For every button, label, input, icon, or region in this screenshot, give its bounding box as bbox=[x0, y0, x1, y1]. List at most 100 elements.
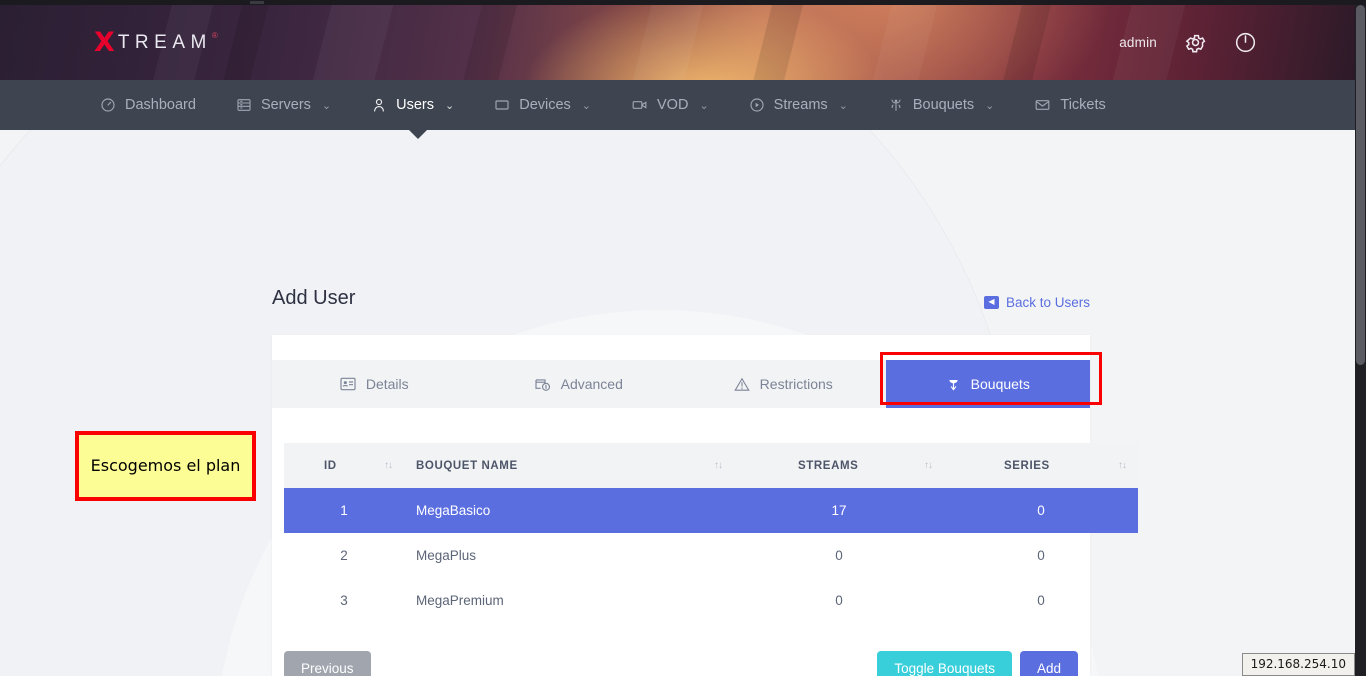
chevron-down-icon: ⌄ bbox=[985, 99, 995, 112]
column-label: BOUQUET NAME bbox=[416, 459, 518, 472]
cell-series: 0 bbox=[1037, 593, 1045, 608]
cell-series: 0 bbox=[944, 488, 1138, 533]
tab-bouquets[interactable]: Bouquets bbox=[885, 360, 1090, 408]
sort-arrows-icon[interactable]: ↑↓ bbox=[384, 460, 393, 471]
tab-advanced[interactable]: Advanced bbox=[477, 360, 682, 408]
dashboard-icon bbox=[100, 97, 116, 113]
previous-button[interactable]: Previous bbox=[284, 651, 371, 676]
back-to-users-label: Back to Users bbox=[1005, 294, 1090, 310]
table-row[interactable]: 1 MegaBasico 17 0 bbox=[284, 488, 1138, 533]
cell-streams: 0 bbox=[835, 548, 843, 563]
sort-arrows-icon[interactable]: ↑↓ bbox=[924, 460, 933, 471]
table-body: 1 MegaBasico 17 0 2 MegaPlus 0 0 3 MegaP… bbox=[284, 488, 1138, 623]
bouquet-icon bbox=[946, 376, 961, 392]
mail-icon bbox=[1034, 97, 1051, 113]
nav-label: Dashboard bbox=[125, 97, 196, 113]
nav-label: Streams bbox=[773, 97, 828, 113]
sort-arrows-icon[interactable]: ↑↓ bbox=[1118, 460, 1127, 471]
nav-item-servers[interactable]: Servers ⌄ bbox=[216, 80, 351, 130]
annotation-callout: Escogemos el plan bbox=[75, 431, 256, 501]
sort-arrows-icon[interactable]: ↑↓ bbox=[714, 460, 723, 471]
tab-label: Details bbox=[365, 376, 409, 392]
logo-wordmark: TREAM bbox=[117, 32, 212, 53]
power-icon[interactable] bbox=[1234, 31, 1257, 54]
cell-bouquet-name: MegaBasico bbox=[404, 488, 734, 533]
chevron-down-icon: ⌄ bbox=[445, 99, 455, 112]
cell-streams: 17 bbox=[734, 488, 944, 533]
add-button[interactable]: Add bbox=[1019, 651, 1078, 676]
window-info-icon bbox=[535, 377, 551, 392]
tab-label: Restrictions bbox=[759, 376, 833, 392]
servers-icon bbox=[236, 97, 252, 113]
id-card-icon bbox=[340, 377, 356, 391]
browser-tab-nub bbox=[250, 1, 264, 4]
nav-item-bouquets[interactable]: Bouquets ⌄ bbox=[868, 80, 1015, 130]
tab-details[interactable]: Details bbox=[272, 360, 477, 408]
browser-window-edge bbox=[0, 0, 1366, 5]
nav-item-streams[interactable]: Streams ⌄ bbox=[729, 80, 868, 130]
chevron-down-icon: ⌄ bbox=[321, 99, 332, 112]
nav-label: Tickets bbox=[1060, 97, 1106, 113]
play-icon bbox=[749, 97, 765, 113]
nav-label: VOD bbox=[657, 97, 689, 113]
brand-header: X TREAM ® admin bbox=[0, 5, 1355, 80]
primary-actions: Toggle Bouquets Add bbox=[877, 651, 1078, 676]
user-icon bbox=[371, 97, 387, 113]
column-header-id[interactable]: ID ↑↓ bbox=[284, 443, 404, 488]
cell-bouquet-name: MegaPremium bbox=[416, 593, 504, 608]
bouquets-table: ID ↑↓ BOUQUET NAME ↑↓ STREAMS ↑↓ SERIES … bbox=[284, 443, 1138, 623]
column-header-series[interactable]: SERIES ↑↓ bbox=[944, 443, 1138, 488]
back-arrow-icon: ◀ bbox=[983, 295, 999, 309]
device-icon bbox=[494, 97, 510, 113]
column-label: ID bbox=[324, 459, 337, 472]
column-header-bouquet-name[interactable]: BOUQUET NAME ↑↓ bbox=[404, 443, 734, 488]
card-body: ID ↑↓ BOUQUET NAME ↑↓ STREAMS ↑↓ SERIES … bbox=[272, 408, 1138, 623]
nav-item-vod[interactable]: VOD ⌄ bbox=[611, 80, 729, 130]
active-nav-indicator bbox=[409, 130, 427, 139]
back-to-users-link[interactable]: ◀ Back to Users bbox=[983, 294, 1090, 310]
cell-streams: 0 bbox=[835, 593, 843, 608]
logo[interactable]: X TREAM ® bbox=[94, 29, 218, 56]
tab-label: Bouquets bbox=[970, 376, 1030, 392]
card-tab-bar: Details Advanced Restrictions Bouquets bbox=[272, 352, 1102, 408]
logo-trademark: ® bbox=[211, 31, 218, 40]
annotation-text: Escogemos el plan bbox=[90, 456, 241, 475]
gear-icon[interactable] bbox=[1184, 31, 1207, 54]
page-viewport: X TREAM ® admin Dashboard Servers ⌄ User… bbox=[0, 5, 1355, 676]
nav-item-devices[interactable]: Devices ⌄ bbox=[474, 80, 611, 130]
table-header-row: ID ↑↓ BOUQUET NAME ↑↓ STREAMS ↑↓ SERIES … bbox=[284, 443, 1138, 488]
vertical-scrollbar[interactable] bbox=[1355, 5, 1366, 676]
table-header: ID ↑↓ BOUQUET NAME ↑↓ STREAMS ↑↓ SERIES … bbox=[284, 443, 1138, 488]
main-navigation: Dashboard Servers ⌄ Users ⌄ Devices ⌄ VO… bbox=[0, 80, 1355, 130]
card-footer-actions: Previous Toggle Bouquets Add bbox=[272, 623, 1090, 676]
logo-x-mark: X bbox=[94, 27, 115, 58]
cell-id: 1 bbox=[284, 488, 404, 533]
card-top-strip bbox=[272, 335, 1090, 360]
nav-item-dashboard[interactable]: Dashboard bbox=[80, 80, 216, 130]
chevron-down-icon: ⌄ bbox=[581, 99, 592, 112]
column-header-streams[interactable]: STREAMS ↑↓ bbox=[734, 443, 944, 488]
scrollbar-thumb[interactable] bbox=[1356, 5, 1365, 365]
chevron-down-icon: ⌄ bbox=[838, 99, 848, 112]
video-icon bbox=[631, 97, 648, 113]
tab-restrictions[interactable]: Restrictions bbox=[681, 360, 886, 408]
nav-item-tickets[interactable]: Tickets bbox=[1014, 80, 1125, 130]
add-user-card: Details Advanced Restrictions Bouquets I… bbox=[272, 335, 1138, 676]
status-tooltip: 192.168.254.10 bbox=[1241, 653, 1355, 676]
nav-label: Bouquets bbox=[912, 97, 975, 113]
nav-label: Devices bbox=[519, 97, 571, 113]
header-actions: admin bbox=[1119, 5, 1257, 80]
table-row[interactable]: 3 MegaPremium 0 0 bbox=[284, 578, 1138, 623]
page-content: Add User ◀ Back to Users Details Advance… bbox=[0, 130, 1355, 676]
nav-label: Servers bbox=[260, 97, 311, 113]
column-label: STREAMS bbox=[798, 459, 859, 472]
nav-label: Users bbox=[396, 97, 434, 113]
cell-series: 0 bbox=[1037, 548, 1045, 563]
page-title: Add User bbox=[272, 287, 356, 309]
toggle-bouquets-button[interactable]: Toggle Bouquets bbox=[877, 651, 1012, 676]
chevron-down-icon: ⌄ bbox=[699, 99, 709, 112]
table-row[interactable]: 2 MegaPlus 0 0 bbox=[284, 533, 1138, 578]
cell-id: 3 bbox=[340, 593, 348, 608]
nav-item-users[interactable]: Users ⌄ bbox=[351, 80, 474, 130]
warning-icon bbox=[733, 377, 750, 392]
